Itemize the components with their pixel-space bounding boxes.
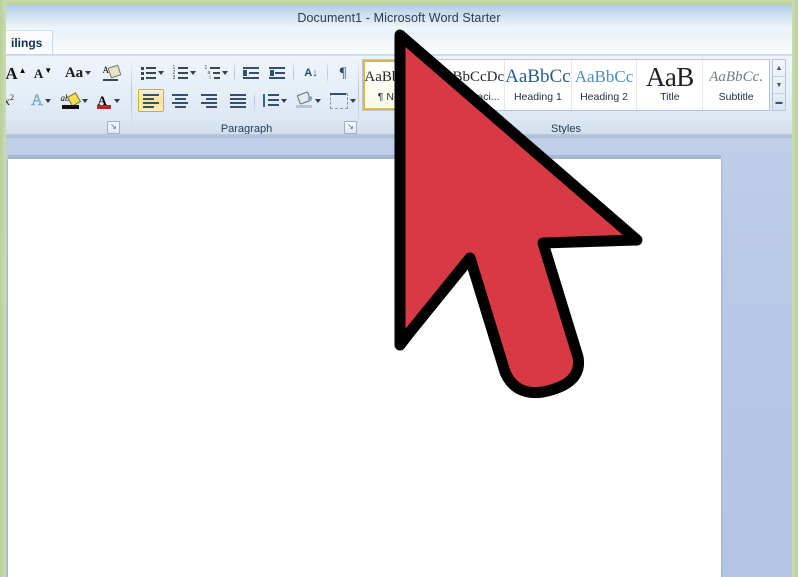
line-spacing-button[interactable]: ↕: [259, 89, 289, 112]
style-item-heading-2[interactable]: AaBbCc Heading 2: [571, 60, 638, 110]
chevron-down-icon: [44, 99, 51, 103]
align-right-icon: [201, 94, 217, 108]
font-dialog-launcher[interactable]: ↘: [107, 121, 120, 134]
numbered-list-icon: 1 2 3: [173, 66, 188, 81]
align-left-button[interactable]: [138, 89, 164, 112]
shrink-arrow-icon: ▼: [44, 66, 53, 75]
chevron-down-icon: [221, 71, 228, 75]
style-item-normal[interactable]: AaBbCcDc ¶ Normal: [363, 60, 435, 110]
style-preview-heading-1: AaBbCс: [505, 67, 571, 87]
paragraph-dialog-launcher[interactable]: ↘: [344, 121, 357, 134]
increase-indent-button[interactable]: [265, 61, 289, 85]
style-preview-normal: AaBbCcDc: [364, 69, 434, 85]
multilevel-list-icon: 1 a i: [205, 66, 220, 81]
eraser-icon: A: [102, 64, 121, 81]
group-separator-2: [358, 60, 359, 128]
style-preview-heading-2: AaBbCc: [574, 67, 634, 86]
style-item-no-spacing[interactable]: AaBbCcDc ¶ No Spaci...: [435, 60, 506, 110]
paint-bucket-icon: [295, 91, 313, 108]
chevron-down-icon: [85, 71, 92, 75]
chevron-down-icon: [189, 71, 196, 75]
sort-icon: A↓: [304, 66, 318, 79]
ribbon-group-paragraph: 1 2 3 1 a i A↓ ¶ ↕ Paragraph ↘: [134, 56, 359, 137]
font-color-icon: A: [96, 93, 112, 110]
pilcrow-icon: ¶: [339, 64, 347, 81]
increase-indent-icon: [269, 67, 285, 79]
chevron-down-icon: [81, 99, 88, 103]
group-separator-1: [131, 60, 132, 128]
numbering-button[interactable]: 1 2 3: [170, 61, 198, 85]
change-case-button[interactable]: Aa: [61, 61, 95, 85]
style-item-heading-1[interactable]: AaBbCс Heading 1: [505, 60, 572, 110]
highlighter-icon: ab: [61, 91, 81, 110]
text-highlight-color-button[interactable]: ab: [58, 89, 90, 113]
styles-gallery[interactable]: AaBbCcDc ¶ Normal AaBbCcDc ¶ No Spaci...…: [362, 59, 770, 111]
align-right-button[interactable]: [196, 89, 222, 112]
grow-arrow-icon: ▲: [18, 65, 27, 75]
style-name-title: Title: [660, 91, 680, 103]
decrease-indent-icon: [243, 67, 259, 79]
style-name-subtitle: Subtitle: [718, 91, 754, 103]
text-effects-button[interactable]: A: [26, 89, 56, 113]
style-preview-no-spacing: AaBbCcDc: [435, 69, 505, 85]
style-name-heading-1: Heading 1: [513, 91, 562, 103]
style-name-normal: ¶ Normal: [377, 91, 421, 103]
sub-separator-b: [293, 62, 294, 84]
line-spacing-icon: ↕: [262, 93, 279, 108]
bullet-list-icon: [140, 67, 156, 80]
style-item-title[interactable]: AaB Title: [637, 60, 704, 110]
shading-button[interactable]: [292, 89, 324, 112]
title-bar: Document1 - Microsoft Word Starter: [6, 5, 792, 31]
style-name-heading-2: Heading 2: [580, 91, 628, 103]
align-left-icon: [143, 94, 159, 108]
sub-separator-a: [234, 62, 235, 84]
shrink-font-button[interactable]: A ▼: [31, 61, 55, 85]
font-color-button[interactable]: A: [93, 89, 123, 113]
chevron-down-icon: [113, 99, 120, 103]
text-effects-icon: A: [31, 92, 43, 109]
style-name-no-spacing: ¶ No Spaci...: [439, 91, 500, 103]
decrease-indent-button[interactable]: [239, 61, 263, 85]
window-frame-right: [792, 0, 798, 577]
chevron-down-icon: [280, 98, 287, 103]
chevron-down-icon: [350, 98, 356, 103]
show-formatting-marks-button[interactable]: ¶: [331, 61, 355, 85]
borders-icon: [330, 92, 348, 109]
justify-button[interactable]: [225, 89, 251, 112]
bullets-button[interactable]: [138, 61, 166, 85]
multilevel-list-button[interactable]: 1 a i: [202, 61, 230, 85]
styles-more-button[interactable]: ▬: [773, 94, 785, 110]
superscript-button[interactable]: x2: [6, 89, 20, 113]
style-item-subtitle[interactable]: AaBbCc. Subtitle: [703, 60, 769, 110]
borders-button[interactable]: [327, 89, 359, 112]
styles-gallery-scroll[interactable]: ▲ ▼ ▬: [772, 59, 786, 111]
ribbon-tab-strip[interactable]: ilings: [6, 30, 792, 55]
sort-button[interactable]: A↓: [298, 61, 324, 85]
tab-mailings[interactable]: ilings: [6, 30, 54, 55]
window-title: Document1 - Microsoft Word Starter: [297, 11, 501, 25]
align-center-icon: [172, 94, 188, 108]
justify-icon: [230, 94, 246, 108]
align-center-button[interactable]: [167, 89, 193, 112]
styles-scroll-up-button[interactable]: ▲: [773, 60, 785, 77]
word-starter-window: Document1 - Microsoft Word Starter iling…: [0, 0, 798, 577]
style-preview-title: AaB: [645, 67, 694, 87]
sub-separator-c: [327, 62, 328, 84]
chevron-down-icon: [314, 98, 321, 103]
ribbon-group-styles: AaBbCcDc ¶ Normal AaBbCcDc ¶ No Spaci...…: [362, 56, 792, 137]
clear-formatting-button[interactable]: A: [98, 61, 122, 85]
grow-font-button[interactable]: A ▲: [6, 61, 28, 85]
style-preview-subtitle: AaBbCc.: [709, 69, 763, 85]
ribbon: A ▲ A ▼ Aa A x2 A ab A ↘ 1 2 3 1 a i A↓ …: [6, 56, 792, 137]
sub-separator-d: [254, 90, 255, 112]
document-workspace: [6, 138, 792, 577]
document-page[interactable]: [8, 159, 721, 577]
chevron-down-icon: [157, 71, 164, 75]
styles-scroll-down-button[interactable]: ▼: [773, 77, 785, 94]
tab-mailings-label: ilings: [11, 36, 43, 50]
ribbon-group-font: A ▲ A ▼ Aa A x2 A ab A ↘: [6, 56, 124, 137]
